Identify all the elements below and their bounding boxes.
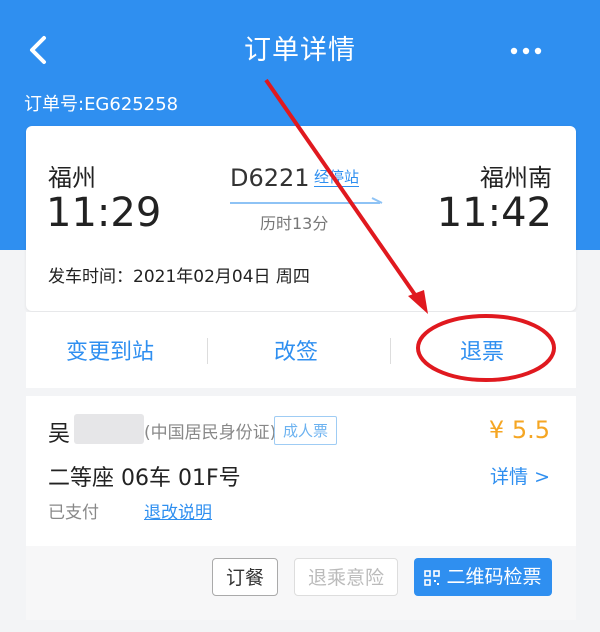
to-time: 11:42: [436, 190, 552, 236]
qr-icon: [424, 569, 441, 586]
route-arrow-icon: [230, 197, 383, 204]
departure-label: 发车时间：: [48, 267, 133, 287]
stops-link[interactable]: 经停站: [314, 168, 360, 187]
refund-button[interactable]: 退票: [460, 334, 504, 366]
train-number: D6221: [230, 164, 310, 192]
refund-policy-link[interactable]: 退改说明: [144, 498, 212, 523]
divider: [390, 338, 391, 364]
from-time: 11:29: [46, 190, 162, 236]
passenger-card: 吴 (中国居民身份证) 成人票 ¥ 5.5 二等座 06车 01F号 详情 > …: [26, 396, 576, 546]
detail-link[interactable]: 详情 >: [490, 462, 550, 489]
trip-card: 福州 11:29 D6221 经停站 历时13分 福州南 11:42 发车时间：…: [26, 126, 576, 311]
to-station: 福州南: [480, 164, 552, 192]
footer-bar: 订餐 退乘意险 二维码检票: [26, 546, 576, 620]
payment-status: 已支付: [48, 503, 99, 523]
qr-button-label: 二维码检票: [446, 566, 542, 588]
id-type: (中国居民身份证): [144, 423, 277, 443]
passenger-name: 吴: [48, 422, 71, 447]
more-icon[interactable]: [508, 36, 544, 66]
seat-info: 二等座 06车 01F号: [48, 466, 241, 491]
order-number: 订单号:EG625258: [24, 94, 179, 115]
qr-check-button[interactable]: 二维码检票: [414, 558, 552, 596]
divider: [207, 338, 208, 364]
name-redaction: [74, 414, 144, 444]
ticket-price: ¥ 5.5: [488, 416, 550, 444]
from-station: 福州: [48, 164, 96, 192]
duration: 历时13分: [260, 214, 329, 233]
departure-date: 2021年02月04日 周四: [133, 267, 310, 287]
reschedule-button[interactable]: 改签: [274, 334, 318, 366]
meal-button[interactable]: 订餐: [212, 558, 278, 596]
change-station-button[interactable]: 变更到站: [66, 334, 154, 366]
insurance-button[interactable]: 退乘意险: [294, 558, 398, 596]
departure-info: 发车时间：2021年02月04日 周四: [48, 262, 310, 287]
ticket-type-badge: 成人票: [274, 416, 338, 445]
action-bar: 变更到站 改签 退票: [26, 312, 576, 388]
